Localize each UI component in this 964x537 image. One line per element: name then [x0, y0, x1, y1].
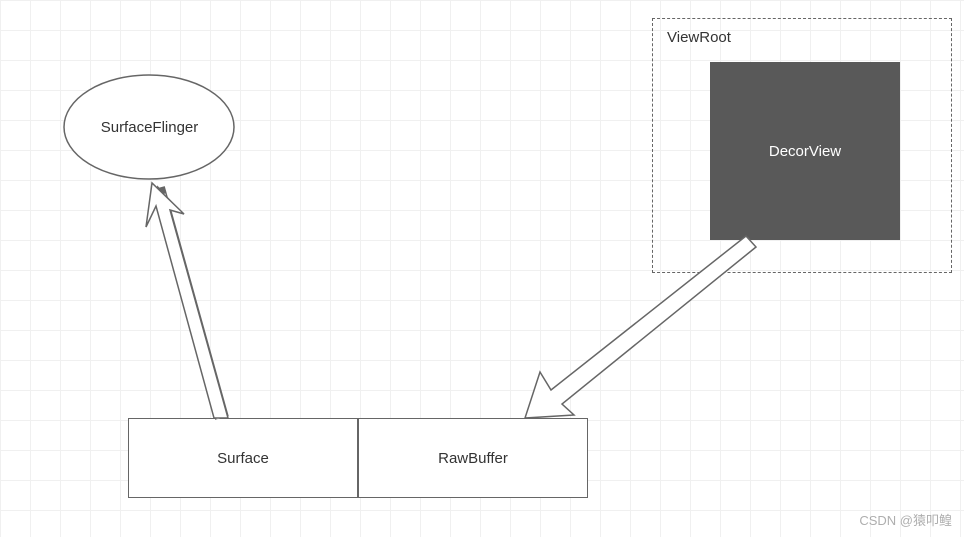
- surface-node: Surface: [128, 418, 358, 498]
- raw-buffer-label: RawBuffer: [438, 450, 508, 467]
- view-root-label: ViewRoot: [667, 29, 731, 46]
- raw-buffer-node: RawBuffer: [358, 418, 588, 498]
- decor-view-label: DecorView: [769, 143, 841, 160]
- hollow-arrow-surface-to-flinger: [146, 183, 228, 418]
- surface-flinger-label: SurfaceFlinger: [62, 72, 237, 182]
- watermark-text: CSDN @猿叩鳇: [859, 510, 952, 529]
- arrow-surface-to-flinger: [158, 188, 222, 418]
- surface-label: Surface: [217, 450, 269, 467]
- decor-view-node: DecorView: [710, 62, 900, 240]
